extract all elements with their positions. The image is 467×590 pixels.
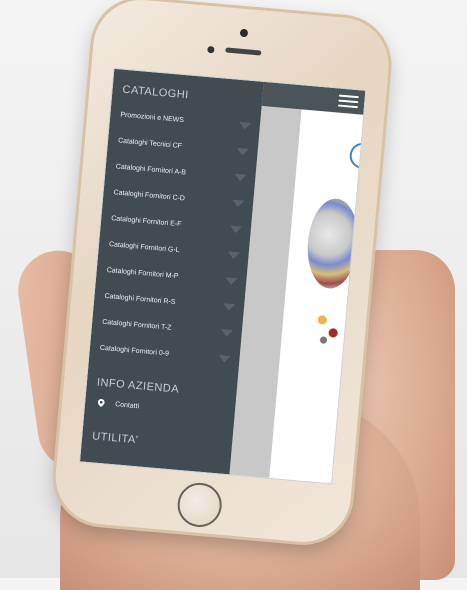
hamburger-icon[interactable] [337,92,359,112]
menu-item-label: Cataloghi Fornitori 0-9 [99,344,170,358]
triangle-down-icon [231,199,245,208]
menu-item-label: Cataloghi Fornitori M-P [106,266,179,280]
menu-item-label: Cataloghi Fornitori T-Z [101,318,172,332]
web-image [304,196,362,291]
sensor-icon [207,45,215,54]
menu-item-label: Cataloghi Fornitori E-F [111,214,182,228]
triangle-down-icon [222,302,236,311]
triangle-down-icon [225,276,238,285]
phone: CATALOGHI Promozioni e NEWS Cataloghi Te… [39,0,405,558]
triangle-down-icon [234,173,247,182]
web-image-small [310,307,345,350]
section-header-cataloghi: CATALOGHI [122,83,190,102]
menu-item-label: Promozioni e NEWS [120,111,185,124]
map-pin-icon [97,398,105,407]
triangle-down-icon [220,328,234,337]
menu-item-label: Cataloghi Fornitori A-B [115,162,187,176]
menu-item-label: Cataloghi Fornitori G-L [108,240,180,254]
menu-item-label: Cataloghi Tecnici CF [117,136,183,150]
menu-item-contatti[interactable]: Contatti [97,398,140,411]
menu-item-label: Contatti [114,400,140,410]
phone-body: CATALOGHI Promozioni e NEWS Cataloghi Te… [51,0,393,546]
web-logo [348,141,367,170]
home-button[interactable] [175,481,224,529]
triangle-down-icon [236,147,249,156]
section-header-utilita: UTILITA' [91,430,139,447]
triangle-down-icon [227,250,240,259]
front-camera-icon [239,28,249,38]
menu-item-label: Cataloghi Fornitori C-D [113,188,186,202]
triangle-down-icon [218,354,231,363]
phone-screen: CATALOGHI Promozioni e NEWS Cataloghi Te… [78,67,367,485]
section-header-info-azienda: INFO AZIENDA [96,376,180,396]
triangle-down-icon [238,121,252,130]
earpiece-speaker [225,47,262,56]
triangle-down-icon [229,225,243,234]
menu-item-label: Cataloghi Fornitori R-S [104,292,176,306]
